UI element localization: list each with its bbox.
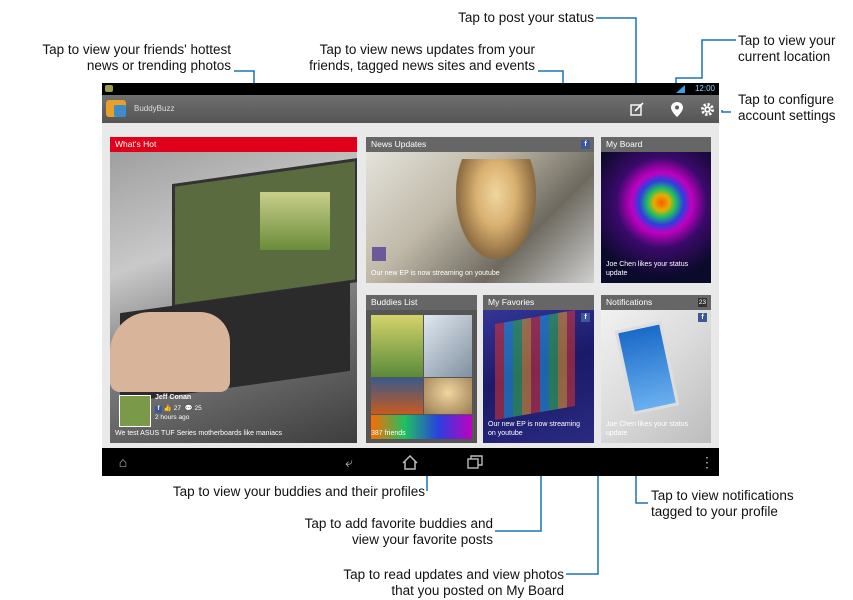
tile-caption: Our new EP is now streaming on youtube [371, 270, 500, 277]
tablet-screen: 12:00 BuddyBuzz What's Hot Jeff Conan f … [102, 83, 719, 476]
avatar [119, 395, 151, 427]
callout-whats-hot: Tap to view your friends' hottest news o… [42, 42, 231, 73]
app-title: BuddyBuzz [134, 104, 175, 113]
tile-news-updates[interactable]: News Updates f Our new EP is now streami… [366, 137, 594, 283]
back-icon[interactable]: ⤶ [338, 453, 360, 471]
back-icon[interactable]: ⌂ [112, 453, 134, 471]
comment-icon: 💬 [184, 405, 193, 412]
navigation-bar: ⌂ ⤶ ⋮ [102, 448, 719, 476]
phone-photo [614, 320, 680, 416]
buddy-photo [424, 378, 472, 414]
buddy-photo [424, 315, 472, 377]
tile-caption: Joe Chen likes your status update [606, 261, 689, 277]
notification-icon [105, 85, 113, 92]
buddy-photo [371, 378, 423, 414]
callout-news-updates: Tap to view news updates from your frien… [309, 42, 535, 73]
tile-title: My Board [601, 137, 711, 152]
tile-title: News Updates [366, 137, 594, 152]
tile-title: Buddies List [366, 295, 477, 310]
tile-title: What's Hot [110, 137, 357, 152]
facebook-icon: f [581, 140, 590, 149]
hand [110, 312, 230, 392]
gear-icon[interactable] [698, 100, 716, 118]
tile-buddies-list[interactable]: Buddies List 387 friends [366, 295, 477, 443]
facebook-icon: f [155, 406, 162, 413]
tile-my-favorites[interactable]: My Favories f Our new EP is now streamin… [483, 295, 594, 443]
facebook-icon: f [698, 313, 707, 322]
wifi-icon [676, 85, 685, 93]
phone-screen-photo [495, 309, 575, 421]
callout-location: Tap to view your current location [738, 33, 836, 64]
buddies-count: 387 friends [371, 430, 406, 437]
callout-favorites: Tap to add favorite buddies and view you… [304, 516, 493, 547]
app-logo-icon [106, 100, 126, 117]
tile-caption: Joe Chen likes your status update [606, 421, 689, 437]
action-bar: BuddyBuzz [102, 95, 719, 123]
home-icon[interactable] [399, 453, 421, 471]
callout-my-board: Tap to read updates and view photos that… [343, 567, 564, 598]
compose-icon[interactable] [628, 100, 646, 118]
tile-my-board[interactable]: My Board Joe Chen likes your status upda… [601, 137, 711, 283]
tile-caption: Our new EP is now streaming on youtube [488, 421, 581, 437]
status-bar: 12:00 [102, 83, 719, 95]
bird-photo [260, 192, 330, 250]
callout-buddies: Tap to view your buddies and their profi… [172, 484, 425, 499]
post-stats: f 👍 27 💬 25 [155, 404, 202, 413]
recent-apps-icon[interactable] [464, 453, 486, 471]
thumbnail [372, 247, 386, 261]
tile-title: My Favories [483, 295, 594, 310]
post-caption: We test ASUS TUF Series motherboards lik… [115, 430, 283, 437]
notification-count-badge: 23 [698, 298, 707, 307]
callout-settings: Tap to configure account settings [738, 92, 836, 123]
tile-title: Notifications [601, 295, 711, 310]
buddy-photo [371, 315, 423, 377]
tile-notifications[interactable]: Notifications 23 f Joe Chen likes your s… [601, 295, 711, 443]
like-icon: 👍 [163, 405, 172, 412]
status-time: 12:00 [694, 84, 715, 93]
woman-photo [456, 159, 536, 259]
location-pin-icon[interactable] [668, 100, 686, 118]
post-user: Jeff Conan [155, 394, 192, 401]
callout-post-status: Tap to post your status [458, 10, 594, 25]
post-time: 2 hours ago [155, 414, 190, 421]
facebook-icon: f [581, 313, 590, 322]
overflow-menu-icon[interactable]: ⋮ [696, 453, 718, 471]
tile-whats-hot[interactable]: What's Hot Jeff Conan f 👍 27 💬 25 2 hour… [110, 137, 357, 443]
callout-notifications: Tap to view notifications tagged to your… [651, 488, 794, 519]
